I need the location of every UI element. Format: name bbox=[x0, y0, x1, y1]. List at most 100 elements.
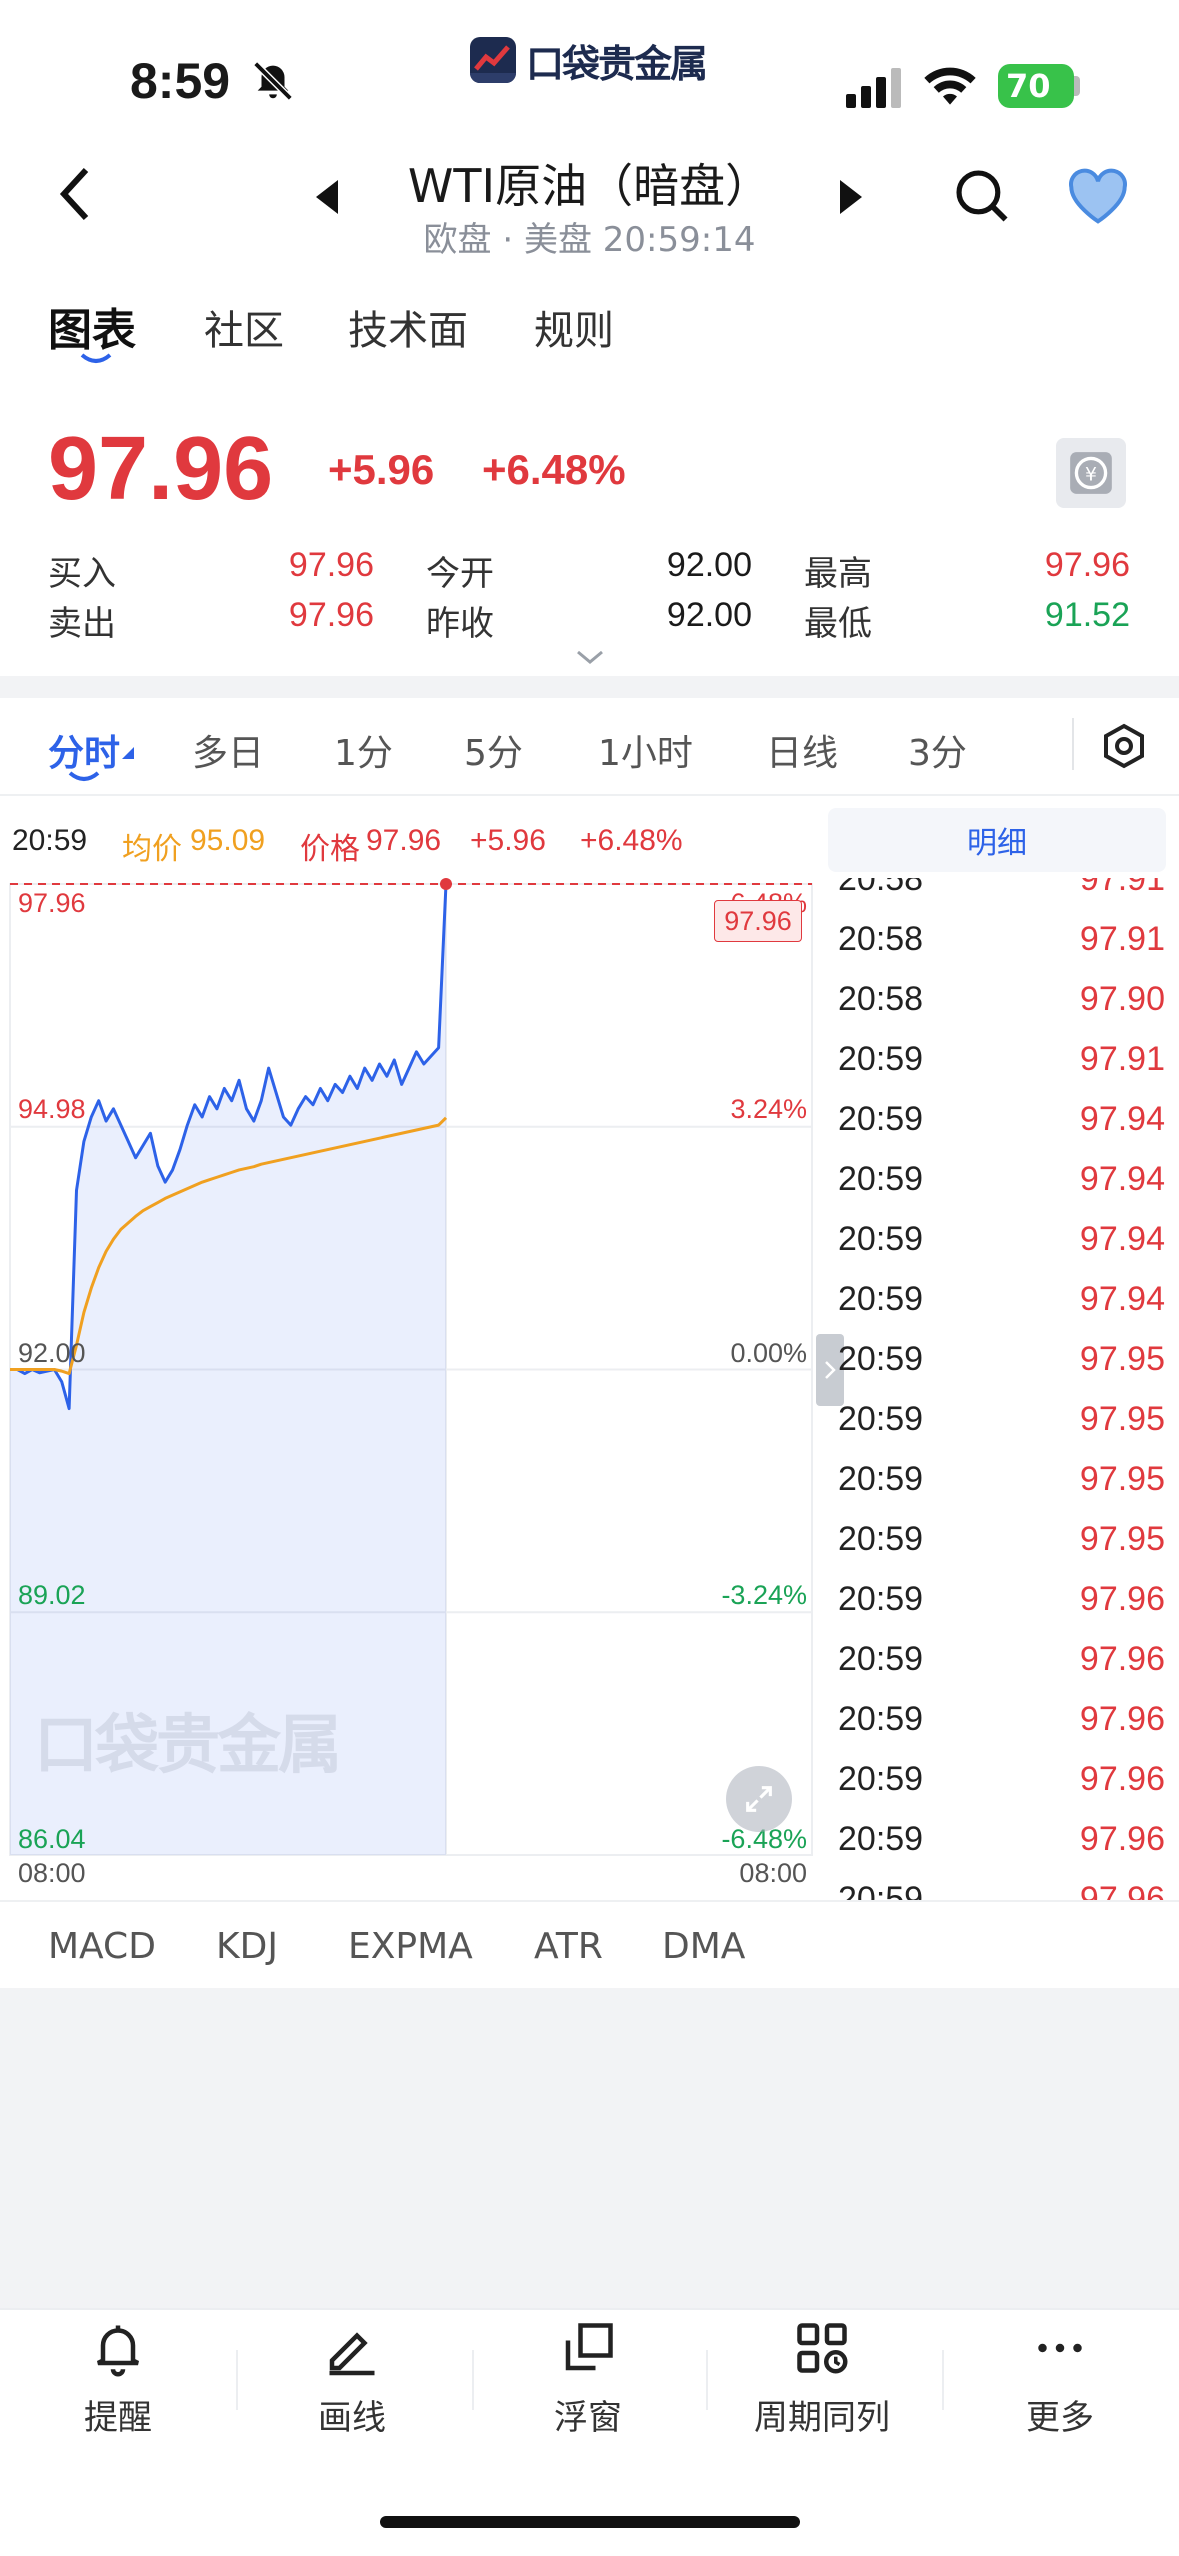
detail-time: 20:59 bbox=[838, 1700, 924, 1738]
detail-time: 20:59 bbox=[838, 1280, 924, 1318]
detail-row: 20:58 97.91 bbox=[818, 910, 1179, 970]
chart-settings-icon[interactable] bbox=[1100, 722, 1148, 774]
period-tab-1hour[interactable]: 1小时 bbox=[598, 724, 693, 776]
toolbar-divider bbox=[0, 2308, 1179, 2310]
pencil-icon bbox=[272, 2318, 432, 2382]
open-label: 今开 bbox=[426, 554, 494, 594]
period-tab-multiday[interactable]: 多日 bbox=[192, 724, 264, 776]
indicator-kdj[interactable]: KDJ bbox=[216, 1926, 278, 1967]
favorite-heart-icon[interactable] bbox=[1066, 168, 1130, 228]
y-right-tick-1: 3.24% bbox=[730, 1094, 807, 1124]
currency-exchange-icon[interactable]: ¥ bbox=[1056, 438, 1126, 508]
y-left-tick-2: 92.00 bbox=[18, 1338, 86, 1368]
bell-icon bbox=[38, 2318, 198, 2382]
prev-close-value: 92.00 bbox=[666, 596, 752, 634]
expand-quote-chevron-icon[interactable] bbox=[574, 648, 606, 670]
period-tab-intraday[interactable]: 分时 bbox=[48, 724, 120, 776]
detail-row: 20:59 97.95 bbox=[818, 1390, 1179, 1450]
fullscreen-expand-icon[interactable] bbox=[726, 1766, 792, 1832]
detail-time: 20:59 bbox=[838, 1820, 924, 1858]
detail-time: 20:58 bbox=[838, 980, 924, 1018]
price-change: +5.96 bbox=[328, 446, 435, 493]
alert-button[interactable]: 提醒 bbox=[38, 2318, 198, 2439]
toolbar-sep-2 bbox=[472, 2350, 474, 2410]
x-tick-start: 08:00 bbox=[18, 1858, 86, 1888]
period-tab-3min[interactable]: 3分 bbox=[908, 724, 967, 776]
cursor-change-pct: +6.48% bbox=[580, 824, 683, 857]
detail-row: 20:59 97.96 bbox=[818, 1870, 1179, 1902]
cursor-price-value: 97.96 bbox=[366, 824, 442, 857]
detail-list[interactable]: 20:58 97.91 20:58 97.91 20:58 97.90 20:59 97.91… bbox=[818, 878, 1179, 1902]
detail-price: 97.91 bbox=[1079, 1040, 1165, 1078]
detail-time: 20:59 bbox=[838, 1100, 924, 1138]
tab-community[interactable]: 社区 bbox=[204, 298, 284, 356]
tab-rules[interactable]: 规则 bbox=[534, 298, 614, 356]
status-time: 8:59 bbox=[130, 53, 231, 109]
detail-price: 97.96 bbox=[1079, 1580, 1165, 1618]
indicator-atr[interactable]: ATR bbox=[534, 1926, 603, 1967]
detail-price: 97.96 bbox=[1079, 1760, 1165, 1798]
y-left-tick-3: 89.02 bbox=[18, 1580, 86, 1610]
float-window-icon bbox=[508, 2318, 668, 2382]
detail-time: 20:59 bbox=[838, 1160, 924, 1198]
period-tab-5min[interactable]: 5分 bbox=[464, 724, 523, 776]
detail-tab[interactable]: 明细 bbox=[828, 808, 1166, 872]
high-label: 最高 bbox=[804, 554, 872, 594]
low-value: 91.52 bbox=[1044, 596, 1130, 634]
detail-price: 97.96 bbox=[1079, 1820, 1165, 1858]
detail-time: 20:59 bbox=[838, 1880, 924, 1902]
detail-price: 97.95 bbox=[1079, 1460, 1165, 1498]
toolbar-sep-1 bbox=[236, 2350, 238, 2410]
indicator-dma[interactable]: DMA bbox=[662, 1926, 745, 1967]
detail-row: 20:59 97.95 bbox=[818, 1510, 1179, 1570]
battery-level: 70 bbox=[1006, 67, 1051, 105]
detail-price: 97.94 bbox=[1079, 1160, 1165, 1198]
y-left-tick-0: 97.96 bbox=[18, 888, 86, 918]
high-value: 97.96 bbox=[1044, 546, 1130, 584]
period-tab-daily[interactable]: 日线 bbox=[766, 724, 838, 776]
detail-time: 20:58 bbox=[838, 920, 924, 958]
detail-row: 20:59 97.94 bbox=[818, 1270, 1179, 1330]
tab-chart[interactable]: 图表 bbox=[48, 294, 136, 358]
detail-price: 97.90 bbox=[1079, 980, 1165, 1018]
y-left-tick-4: 86.04 bbox=[18, 1824, 86, 1854]
detail-time: 20:59 bbox=[838, 1400, 924, 1438]
period-compare-button[interactable]: 周期同列 bbox=[742, 2318, 902, 2439]
detail-price: 97.94 bbox=[1079, 1280, 1165, 1318]
draw-line-label: 画线 bbox=[318, 2398, 386, 2438]
period-compare-label: 周期同列 bbox=[754, 2398, 890, 2438]
indicator-macd[interactable]: MACD bbox=[48, 1926, 156, 1967]
low-label: 最低 bbox=[804, 604, 872, 644]
detail-time: 20:59 bbox=[838, 1580, 924, 1618]
svg-text:¥: ¥ bbox=[1085, 464, 1097, 485]
period-tab-indicator bbox=[68, 770, 100, 789]
wifi-icon bbox=[922, 64, 978, 112]
alert-label: 提醒 bbox=[84, 2398, 152, 2438]
detail-row: 20:58 97.90 bbox=[818, 970, 1179, 1030]
detail-time: 20:59 bbox=[838, 1760, 924, 1798]
open-value: 92.00 bbox=[666, 546, 752, 584]
detail-row: 20:59 97.94 bbox=[818, 1150, 1179, 1210]
draw-line-button[interactable]: 画线 bbox=[272, 2318, 432, 2439]
more-button[interactable]: 更多 bbox=[980, 2318, 1140, 2439]
watermark-logo: 口袋贵金属 bbox=[34, 1709, 342, 1783]
app-logo-name: 口袋贵金属 bbox=[526, 41, 708, 86]
detail-row: 20:59 97.96 bbox=[818, 1690, 1179, 1750]
period-tab-1min[interactable]: 1分 bbox=[334, 724, 393, 776]
buy-label: 买入 bbox=[48, 554, 116, 594]
detail-price: 97.94 bbox=[1079, 1100, 1165, 1138]
more-label: 更多 bbox=[1026, 2398, 1094, 2438]
tab-technical[interactable]: 技术面 bbox=[348, 298, 468, 356]
avg-price-value: 95.09 bbox=[190, 824, 266, 857]
float-window-button[interactable]: 浮窗 bbox=[508, 2318, 668, 2439]
detail-tab-label: 明细 bbox=[967, 826, 1027, 861]
cursor-change: +5.96 bbox=[470, 824, 546, 857]
detail-row: 20:59 97.91 bbox=[818, 1030, 1179, 1090]
next-instrument-button[interactable] bbox=[838, 180, 862, 218]
avg-price-label: 均价 bbox=[122, 833, 182, 866]
home-indicator[interactable] bbox=[380, 2516, 800, 2528]
search-icon[interactable] bbox=[950, 164, 1012, 230]
app-logo: 口袋贵金属 bbox=[470, 34, 708, 86]
indicator-expma[interactable]: EXPMA bbox=[348, 1926, 473, 1967]
grid-clock-icon bbox=[742, 2318, 902, 2382]
